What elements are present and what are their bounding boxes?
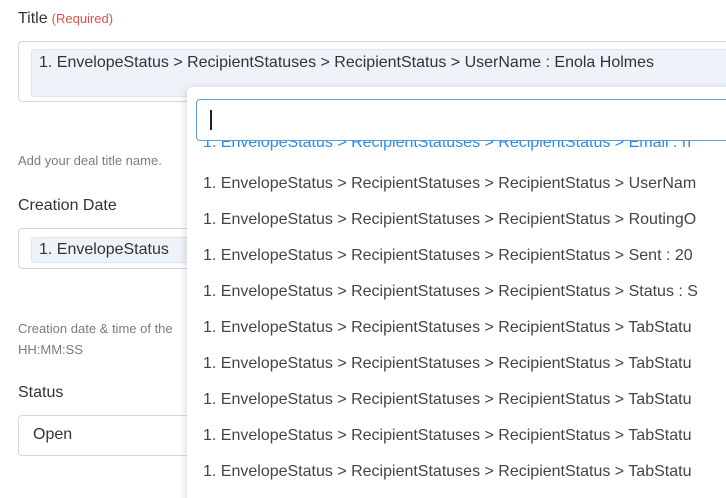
field-mapping-dropdown: 1. EnvelopeStatus > RecipientStatuses > … [187,87,726,498]
dropdown-option[interactable]: 1. EnvelopeStatus > RecipientStatuses > … [203,354,691,374]
dropdown-option[interactable]: 1. EnvelopeStatus > RecipientStatuses > … [203,426,691,446]
title-label-text: Title [18,10,48,27]
dropdown-option[interactable]: 1. EnvelopeStatus > RecipientStatuses > … [203,390,691,410]
status-label: Status [18,384,64,401]
creation-date-help-line1: Creation date & time of the [18,321,173,336]
dropdown-options-list[interactable]: 1. EnvelopeStatus > RecipientStatuses > … [187,141,726,498]
dropdown-option[interactable]: 1. EnvelopeStatus > RecipientStatuses > … [203,318,691,338]
title-label: Title (Required) [18,10,113,28]
status-select-value: Open [33,426,73,443]
dropdown-option[interactable]: 1. EnvelopeStatus > RecipientStatuses > … [203,210,696,230]
title-token-text: 1. EnvelopeStatus > RecipientStatuses > … [39,54,654,71]
creation-date-token[interactable]: 1. EnvelopeStatus [31,237,191,263]
dropdown-option[interactable]: 1. EnvelopeStatus > RecipientStatuses > … [203,141,691,153]
dropdown-option[interactable]: 1. EnvelopeStatus > RecipientStatuses > … [203,246,693,266]
creation-date-token-text: 1. EnvelopeStatus [39,241,169,258]
creation-date-help-line2: HH:MM:SS [18,342,83,357]
dropdown-option[interactable]: 1. EnvelopeStatus > RecipientStatuses > … [203,462,691,482]
dropdown-search-input[interactable] [196,99,726,141]
required-indicator: (Required) [51,11,114,26]
title-help-text: Add your deal title name. [18,153,162,168]
dropdown-option[interactable]: 1. EnvelopeStatus > RecipientStatuses > … [203,174,696,194]
text-cursor [210,110,212,130]
creation-date-label: Creation Date [18,197,117,214]
dropdown-option[interactable]: 1. EnvelopeStatus > RecipientStatuses > … [203,282,698,302]
form-page: Title (Required) 1. EnvelopeStatus > Reci… [0,0,726,498]
